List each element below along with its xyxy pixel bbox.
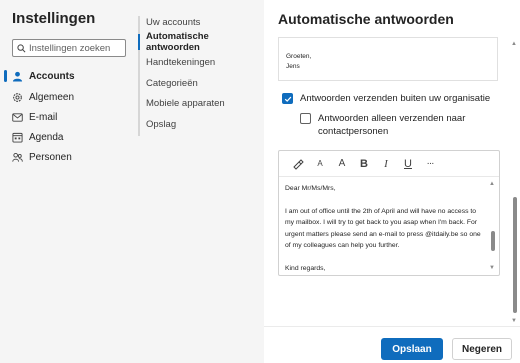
subnav-active-indicator [138, 34, 140, 50]
search-icon [17, 43, 26, 52]
nav-item-calendar[interactable]: Agenda [0, 128, 138, 146]
nav-item-accounts[interactable]: Accounts [0, 67, 138, 85]
message-text: I am out of office until the 2th of Apri… [285, 207, 483, 250]
checkmark-icon [284, 96, 291, 102]
gear-icon [12, 92, 23, 103]
page-title: Automatische antwoorden [278, 11, 454, 27]
people-icon [12, 152, 23, 163]
inside-reply-line: Jens [286, 63, 300, 70]
message-greeting: Dear Mr/Ms/Mrs, [285, 185, 336, 192]
reply-message-body[interactable]: Dear Mr/Ms/Mrs, I am out of office until… [285, 183, 483, 274]
inside-reply-editor[interactable]: Groeten, Jens [278, 37, 498, 81]
format-painter-icon[interactable] [291, 157, 305, 171]
underline-icon[interactable]: U [401, 157, 415, 171]
settings-title: Instellingen [12, 10, 96, 27]
formatting-toolbar: A A B I U ··· [279, 151, 499, 177]
nav-item-label: Agenda [29, 131, 64, 143]
panel-scroll-down-icon[interactable]: ▼ [511, 318, 517, 324]
contacts-only-checkbox[interactable] [300, 113, 311, 124]
send-outside-label: Antwoorden verzenden buiten uw organisat… [300, 93, 491, 104]
contacts-only-label: Antwoorden alleen verzenden naar contact… [318, 113, 466, 137]
subnav-item-your-accounts[interactable]: Uw accounts [146, 14, 200, 30]
message-closing: Kind regards, [285, 264, 326, 272]
more-icon[interactable]: ··· [423, 157, 437, 171]
dialog-footer: Opslaan Negeren [264, 326, 520, 363]
contacts-only-option[interactable]: Antwoorden alleen verzenden naar contact… [300, 112, 480, 138]
settings-search-input[interactable] [29, 42, 121, 54]
settings-nav: Instellingen Accounts Algemeen E-mail Ag… [0, 0, 138, 363]
editor-scroll-down-icon[interactable]: ▼ [489, 265, 495, 271]
subnav-item-automatic-replies[interactable]: Automatische antwoorden [146, 31, 264, 53]
nav-item-label: Personen [29, 151, 72, 163]
nav-item-label: E-mail [29, 111, 58, 123]
editor-scrollbar-thumb[interactable] [491, 231, 495, 251]
inside-reply-line: Groeten, [286, 53, 312, 60]
settings-search-box[interactable] [12, 39, 126, 57]
panel-scroll-up-icon[interactable]: ▲ [511, 41, 517, 47]
editor-scroll-up-icon[interactable]: ▲ [489, 181, 495, 187]
discard-button[interactable]: Negeren [452, 338, 512, 360]
font-size-decrease-icon[interactable]: A [313, 157, 327, 171]
outside-reply-editor[interactable]: A A B I U ··· Dear Mr/Ms/Mrs, I am out o… [278, 150, 500, 276]
subnav-item-categories[interactable]: Categorieën [146, 75, 198, 91]
accounts-subnav: Uw accounts Automatische antwoorden Hand… [138, 0, 264, 363]
mail-icon [12, 112, 23, 123]
nav-item-people[interactable]: Personen [0, 148, 138, 166]
automatic-replies-panel: Automatische antwoorden Groeten, Jens An… [264, 0, 520, 363]
person-icon [12, 71, 23, 82]
subnav-item-signatures[interactable]: Handtekeningen [146, 54, 215, 70]
nav-item-email[interactable]: E-mail [0, 108, 138, 126]
nav-item-label: Algemeen [29, 91, 75, 103]
send-outside-option[interactable]: Antwoorden verzenden buiten uw organisat… [282, 92, 490, 105]
nav-item-label: Accounts [29, 70, 75, 82]
subnav-item-storage[interactable]: Opslag [146, 116, 176, 132]
bold-icon[interactable]: B [357, 157, 371, 171]
calendar-icon [12, 132, 23, 143]
subnav-item-mobile-devices[interactable]: Mobiele apparaten [146, 95, 225, 111]
save-button[interactable]: Opslaan [381, 338, 443, 360]
panel-scrollbar-thumb[interactable] [513, 197, 517, 313]
send-outside-checkbox[interactable] [282, 93, 293, 104]
nav-item-general[interactable]: Algemeen [0, 88, 138, 106]
font-size-increase-icon[interactable]: A [335, 157, 349, 171]
italic-icon[interactable]: I [379, 157, 393, 171]
